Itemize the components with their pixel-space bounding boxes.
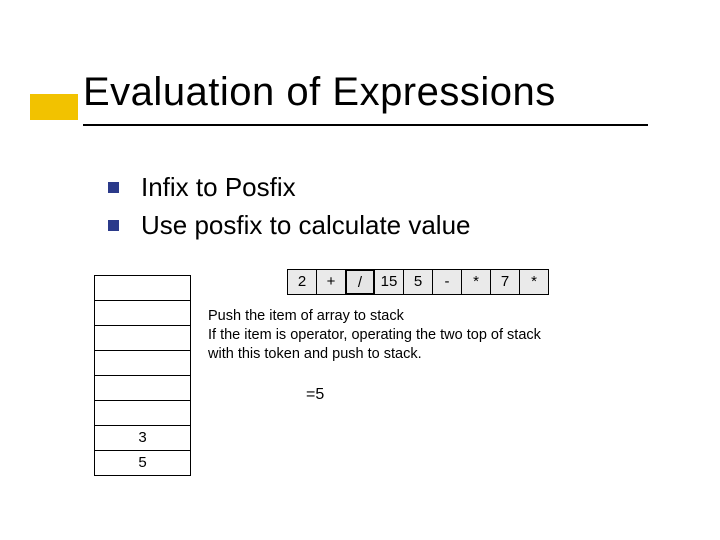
stack-row bbox=[94, 400, 191, 426]
token-cell: * bbox=[461, 269, 491, 295]
stack-row bbox=[94, 300, 191, 326]
stack-row bbox=[94, 325, 191, 351]
token-row: 2+/155-*7* bbox=[287, 269, 549, 295]
token-cell: 15 bbox=[374, 269, 404, 295]
desc-line-2: If the item is operator, operating the t… bbox=[208, 326, 541, 344]
bullet-2: Use posfix to calculate value bbox=[108, 210, 471, 241]
stack-row: 3 bbox=[94, 425, 191, 451]
accent-bar bbox=[30, 94, 78, 120]
stack-row bbox=[94, 375, 191, 401]
token-cell: 5 bbox=[403, 269, 433, 295]
token-cell: 7 bbox=[490, 269, 520, 295]
stack-row: 5 bbox=[94, 450, 191, 476]
token-cell: 2 bbox=[287, 269, 317, 295]
page-title: Evaluation of Expressions bbox=[83, 70, 556, 115]
bullet-square-icon bbox=[108, 220, 119, 231]
bullet-1: Infix to Posfix bbox=[108, 172, 296, 203]
bullet-square-icon bbox=[108, 182, 119, 193]
token-cell: * bbox=[519, 269, 549, 295]
title-underline bbox=[83, 124, 648, 126]
token-cell: + bbox=[316, 269, 346, 295]
bullet-1-text: Infix to Posfix bbox=[141, 172, 296, 203]
stack-box: 35 bbox=[94, 275, 191, 476]
token-cell: / bbox=[345, 269, 375, 295]
desc-line-3: with this token and push to stack. bbox=[208, 345, 422, 363]
desc-line-1: Push the item of array to stack bbox=[208, 307, 404, 325]
token-cell: - bbox=[432, 269, 462, 295]
equals-result: =5 bbox=[306, 386, 324, 404]
stack-row bbox=[94, 350, 191, 376]
bullet-2-text: Use posfix to calculate value bbox=[141, 210, 471, 241]
stack-row bbox=[94, 275, 191, 301]
